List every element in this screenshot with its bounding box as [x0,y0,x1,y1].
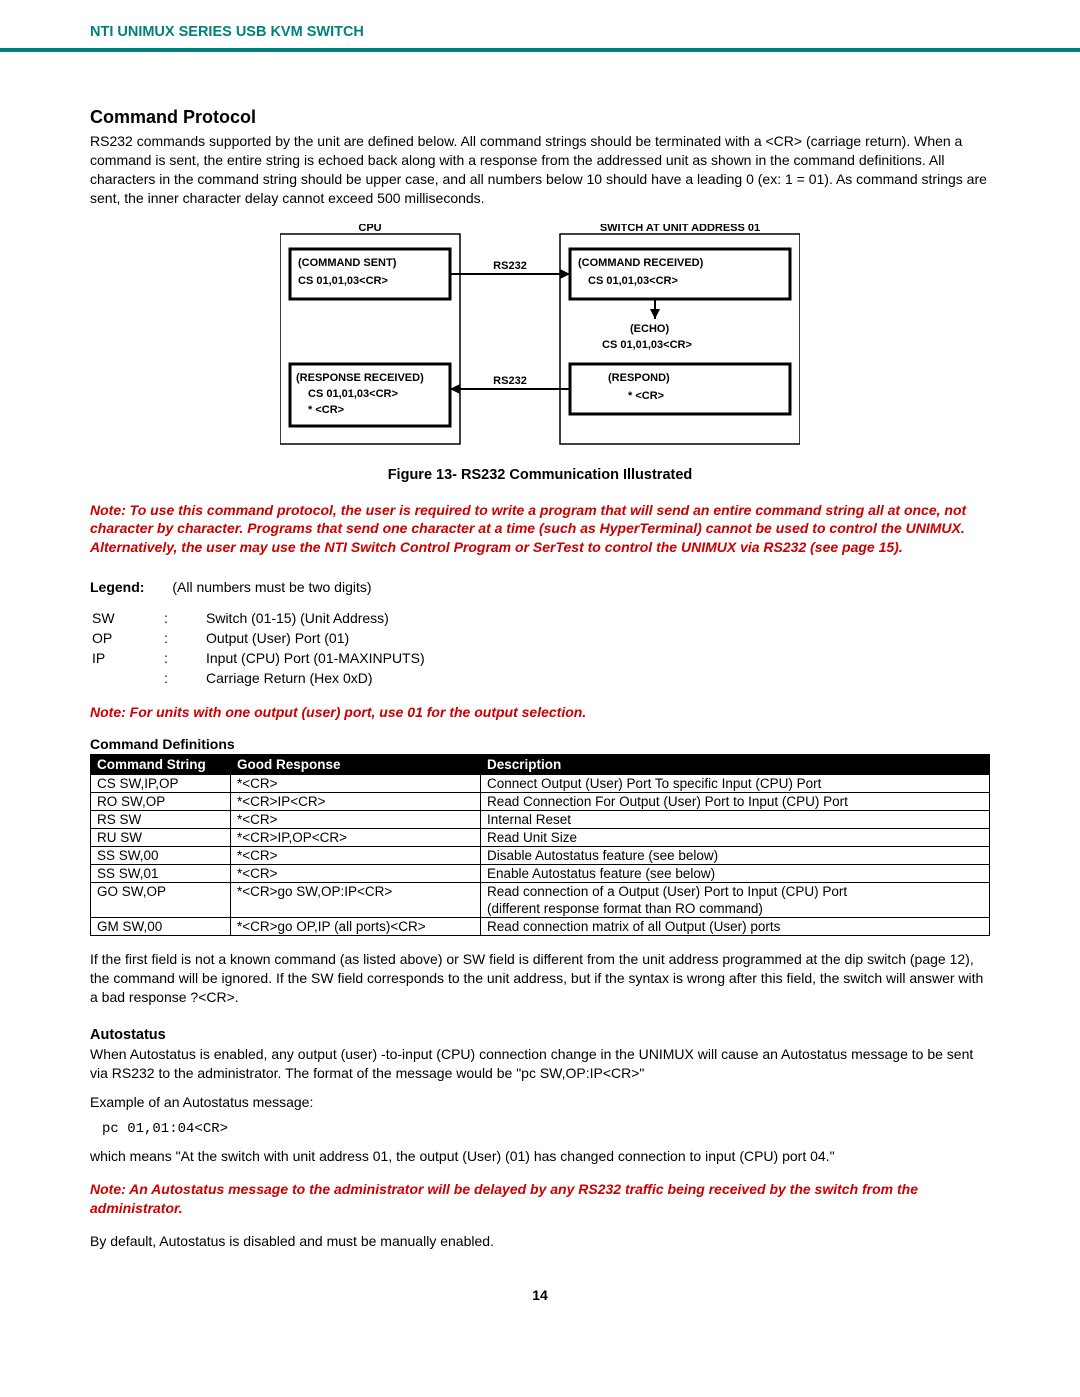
warning-note-autostatus: Note: An Autostatus message to the admin… [90,1180,990,1218]
cell-command-string: RO SW,OP [91,793,231,811]
rs232-diagram: CPU SWITCH AT UNIT ADDRESS 01 (COMMAND S… [90,224,990,457]
cell-good-response [231,900,481,918]
rs232-label-bottom: RS232 [493,375,527,387]
cell-description: Read connection matrix of all Output (Us… [481,918,990,936]
autostatus-title: Autostatus [90,1027,990,1043]
legend-row: SW:Switch (01-15) (Unit Address) [92,609,425,627]
command-table: Command String Good Response Description… [90,754,990,936]
legend-value: Switch (01-15) (Unit Address) [206,609,425,627]
cell-command-string: SS SW,00 [91,847,231,865]
cmd-sent-label: (COMMAND SENT) [298,257,397,269]
cmd-sent-value: CS 01,01,03<CR> [298,275,388,287]
cell-command-string: GO SW,OP [91,883,231,901]
cell-good-response: *<CR>go OP,IP (all ports)<CR> [231,918,481,936]
legend-key [92,669,162,687]
resp-recv-label: (RESPONSE RECEIVED) [296,372,424,384]
autostatus-example: pc 01,01:04<CR> [102,1121,990,1137]
doc-header: NTI UNIMUX SERIES USB KVM SWITCH [0,0,1080,48]
warning-note-protocol: Note: To use this command protocol, the … [90,501,990,558]
cell-command-string: CS SW,IP,OP [91,775,231,793]
table-row: CS SW,IP,OP*<CR>Connect Output (User) Po… [91,775,990,793]
legend-key: OP [92,629,162,647]
section-title: Command Protocol [90,107,990,128]
cell-description: Connect Output (User) Port To specific I… [481,775,990,793]
autostatus-p4: By default, Autostatus is disabled and m… [90,1232,990,1251]
legend-colon: : [164,669,204,687]
echo-label: (ECHO) [630,323,669,335]
legend-row: OP:Output (User) Port (01) [92,629,425,647]
cell-command-string: SS SW,01 [91,865,231,883]
legend-note: (All numbers must be two digits) [172,579,371,595]
cell-command-string: RU SW [91,829,231,847]
respond-label: (RESPOND) [608,372,670,384]
cell-command-string [91,900,231,918]
autostatus-p2: Example of an Autostatus message: [90,1093,990,1112]
after-table-paragraph: If the first field is not a known comman… [90,950,990,1007]
cell-description: Read Connection For Output (User) Port t… [481,793,990,811]
legend-row: :Carriage Return (Hex 0xD) [92,669,425,687]
cell-description: Disable Autostatus feature (see below) [481,847,990,865]
page-number: 14 [90,1287,990,1303]
table-row: (different response format than RO comma… [91,900,990,918]
cmd-recv-label: (COMMAND RECEIVED) [578,257,704,269]
resp-recv-val2: * <CR> [308,404,344,416]
cell-good-response: *<CR>IP,OP<CR> [231,829,481,847]
legend-value: Input (CPU) Port (01-MAXINPUTS) [206,649,425,667]
th-description: Description [481,755,990,775]
cpu-label: CPU [358,224,381,234]
figure-caption: Figure 13- RS232 Communication Illustrat… [90,467,990,483]
echo-value: CS 01,01,03<CR> [602,339,692,351]
command-definitions-title: Command Definitions [90,736,990,752]
th-command-string: Command String [91,755,231,775]
cell-command-string: GM SW,00 [91,918,231,936]
cell-good-response: *<CR>IP<CR> [231,793,481,811]
legend-label: Legend [90,579,140,595]
legend-colon: : [164,649,204,667]
legend-colon: : [164,609,204,627]
legend-colon: : [164,629,204,647]
cell-description: (different response format than RO comma… [481,900,990,918]
th-good-response: Good Response [231,755,481,775]
cell-good-response: *<CR> [231,847,481,865]
resp-recv-val1: CS 01,01,03<CR> [308,388,398,400]
warning-note-output: Note: For units with one output (user) p… [90,703,990,722]
page-body: Command Protocol RS232 commands supporte… [0,52,1080,1343]
table-row: SS SW,01*<CR>Enable Autostatus feature (… [91,865,990,883]
rs232-label-top: RS232 [493,260,527,272]
legend-key: IP [92,649,162,667]
respond-value: * <CR> [628,390,664,402]
legend-table: SW:Switch (01-15) (Unit Address)OP:Outpu… [90,607,427,689]
legend-row: IP:Input (CPU) Port (01-MAXINPUTS) [92,649,425,667]
cell-good-response: *<CR> [231,775,481,793]
cell-description: Read connection of a Output (User) Port … [481,883,990,901]
autostatus-p1: When Autostatus is enabled, any output (… [90,1045,990,1083]
table-row: RS SW*<CR>Internal Reset [91,811,990,829]
cell-good-response: *<CR> [231,811,481,829]
cell-description: Enable Autostatus feature (see below) [481,865,990,883]
legend-line: Legend: (All numbers must be two digits) [90,579,990,595]
intro-paragraph: RS232 commands supported by the unit are… [90,132,990,208]
table-row: RO SW,OP*<CR>IP<CR>Read Connection For O… [91,793,990,811]
cmd-recv-value: CS 01,01,03<CR> [588,275,678,287]
legend-value: Output (User) Port (01) [206,629,425,647]
legend-key: SW [92,609,162,627]
legend-value: Carriage Return (Hex 0xD) [206,669,425,687]
table-row: SS SW,00*<CR>Disable Autostatus feature … [91,847,990,865]
cell-command-string: RS SW [91,811,231,829]
table-row: RU SW*<CR>IP,OP<CR>Read Unit Size [91,829,990,847]
cell-good-response: *<CR> [231,865,481,883]
cell-description: Read Unit Size [481,829,990,847]
cell-description: Internal Reset [481,811,990,829]
table-row: GM SW,00*<CR>go OP,IP (all ports)<CR>Rea… [91,918,990,936]
switch-label: SWITCH AT UNIT ADDRESS 01 [600,224,760,234]
table-row: GO SW,OP*<CR>go SW,OP:IP<CR>Read connect… [91,883,990,901]
cell-good-response: *<CR>go SW,OP:IP<CR> [231,883,481,901]
autostatus-p3: which means "At the switch with unit add… [90,1147,990,1166]
